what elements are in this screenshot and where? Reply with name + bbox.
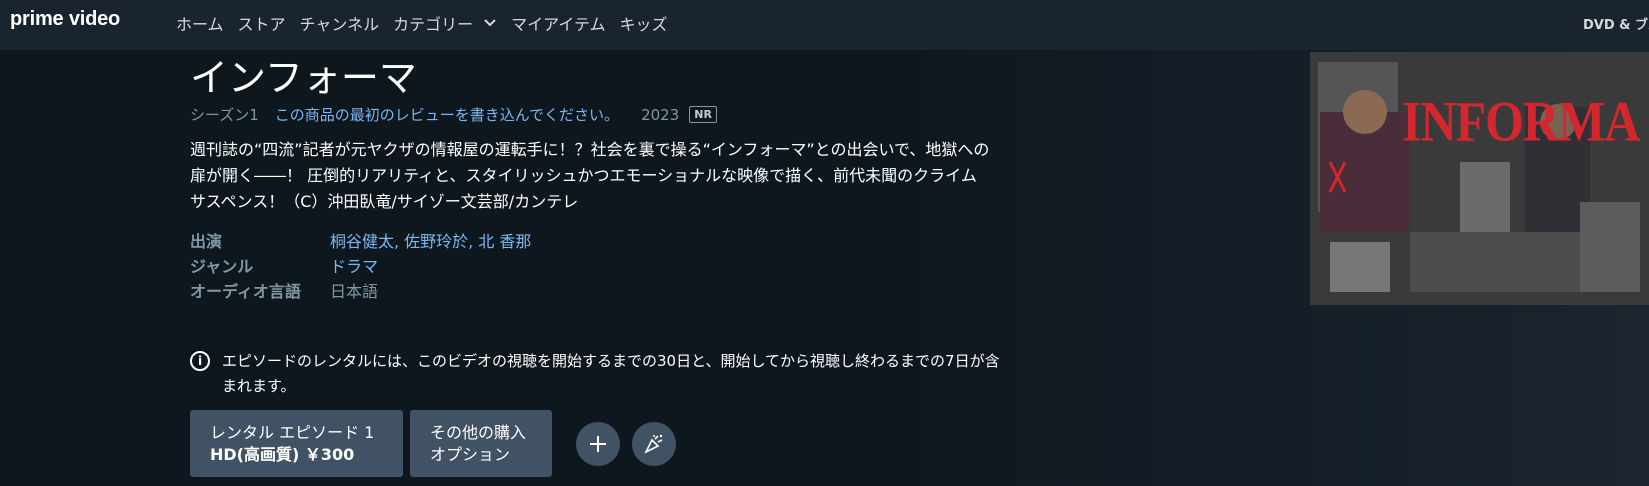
title-meta: シーズン1 この商品の最初のレビューを書き込んでください。 2023 NR [190, 104, 717, 125]
title-poster: INFORMA [1310, 52, 1649, 305]
detail-row-audio: オーディオ言語 日本語 [190, 277, 531, 302]
rent-episode-button[interactable]: レンタル エピソード 1 HD(高画質) ￥300 [190, 410, 403, 477]
season-label: シーズン1 [190, 106, 259, 124]
nav-store[interactable]: ストア [238, 11, 286, 35]
main-nav: ホーム ストア チャンネル カテゴリー マイアイテム キッズ [176, 0, 682, 46]
genre-link[interactable]: ドラマ [330, 253, 378, 277]
prime-video-logo[interactable]: prime video [10, 8, 120, 31]
poster-title-text: INFORMA [1402, 88, 1640, 154]
other-purchase-options-button[interactable]: その他の購入 オプション [410, 410, 552, 477]
detail-label: オーディオ言語 [190, 281, 301, 301]
rental-notice-text: エピソードのレンタルには、このビデオの視聴を開始するまでの30日と、開始してから… [222, 352, 1000, 395]
other-options-line2: オプション [430, 445, 511, 464]
top-navigation-bar: prime video ホーム ストア チャンネル カテゴリー マイアイテム キ… [0, 0, 1649, 50]
maturity-rating-badge: NR [689, 106, 717, 123]
rent-button-price: HD(高画質) ￥300 [210, 445, 355, 464]
write-review-link[interactable]: この商品の最初のレビューを書き込んでください。 [275, 104, 619, 125]
detail-label: 出演 [190, 231, 223, 251]
detail-label: ジャンル [190, 256, 254, 276]
rent-button-line1: レンタル エピソード 1 [210, 423, 375, 442]
add-to-watchlist-button[interactable] [576, 422, 620, 466]
other-options-line1: その他の購入 [430, 423, 527, 442]
chevron-down-icon [484, 19, 496, 27]
nav-categories[interactable]: カテゴリー [393, 11, 497, 35]
page-title: インフォーマ [190, 56, 417, 100]
nav-categories-label: カテゴリー [393, 15, 474, 34]
release-year: 2023 [641, 105, 680, 124]
rental-notice: i エピソードのレンタルには、このビデオの視聴を開始するまでの30日と、開始して… [190, 349, 1012, 399]
nav-channels[interactable]: チャンネル [300, 11, 380, 35]
party-icon [644, 434, 663, 454]
plus-icon [590, 436, 606, 452]
info-icon: i [190, 351, 210, 371]
nav-kids[interactable]: キッズ [620, 11, 668, 35]
nav-my-items[interactable]: マイアイテム [511, 11, 605, 35]
detail-row-cast: 出演 桐谷健太, 佐野玲於, 北 香那 [190, 227, 531, 252]
audio-language-value: 日本語 [330, 281, 379, 301]
details-list: 出演 桐谷健太, 佐野玲於, 北 香那 ジャンル ドラマ オーディオ言語 日本語 [190, 227, 531, 302]
nav-home[interactable]: ホーム [176, 11, 224, 35]
synopsis: 週刊誌の“四流”記者が元ヤクザの情報屋の運転手に！？社会を裏で操る“インフォーマ… [190, 140, 990, 211]
watch-party-button[interactable] [632, 422, 676, 466]
cast-links[interactable]: 桐谷健太, 佐野玲於, 北 香那 [330, 228, 531, 252]
dvd-bluray-link[interactable]: DVD & ブル [1583, 14, 1649, 33]
detail-row-genre: ジャンル ドラマ [190, 252, 531, 277]
